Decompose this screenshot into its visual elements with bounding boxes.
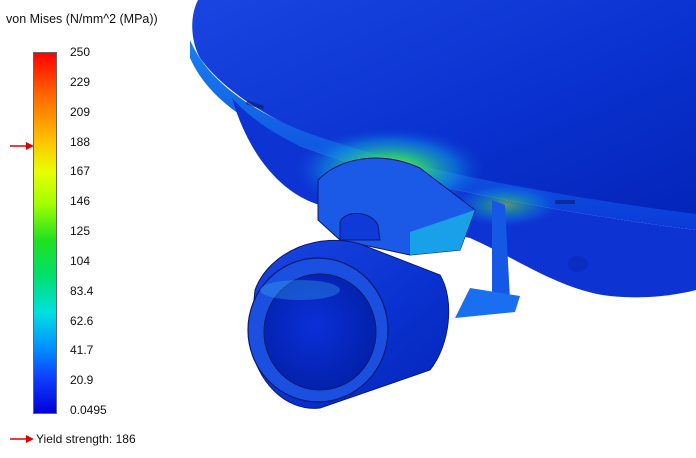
- colorbar-tick-label: 167: [70, 164, 91, 179]
- colorbar-tick-label: 229: [70, 74, 91, 89]
- model-viewport[interactable]: [0, 0, 696, 458]
- yield-strength-label: Yield strength: 186: [36, 432, 136, 446]
- colorbar-tick-label: 20.9: [70, 373, 94, 388]
- cylinder-bore-highlight: [260, 280, 340, 300]
- rib-foot: [455, 288, 520, 318]
- colorbar-tick-label: 188: [70, 134, 91, 149]
- stress-colorbar: [33, 52, 57, 414]
- yield-marker-arrow-icon: [10, 142, 34, 150]
- colorbar-tick-label: 41.7: [70, 343, 94, 358]
- colorbar-tick-label: 0.0495: [70, 403, 107, 417]
- colorbar-tick-label: 125: [70, 224, 91, 238]
- yield-legend: Yield strength: 186: [10, 432, 136, 446]
- colorbar-tick-label: 83.4: [70, 283, 94, 298]
- yield-arrow-icon: [10, 435, 34, 443]
- colorbar-tick-label: 62.6: [70, 313, 94, 328]
- colorbar-tick-label: 146: [70, 194, 91, 209]
- colorbar-tick-label: 250: [70, 45, 91, 59]
- colorbar-tick-label: 104: [70, 253, 91, 268]
- rim-slot-2: [555, 200, 575, 204]
- legend-title: von Mises (N/mm^2 (MPa)): [6, 12, 158, 26]
- shell-dimple: [568, 256, 588, 272]
- colorbar-tick-label: 209: [70, 104, 91, 119]
